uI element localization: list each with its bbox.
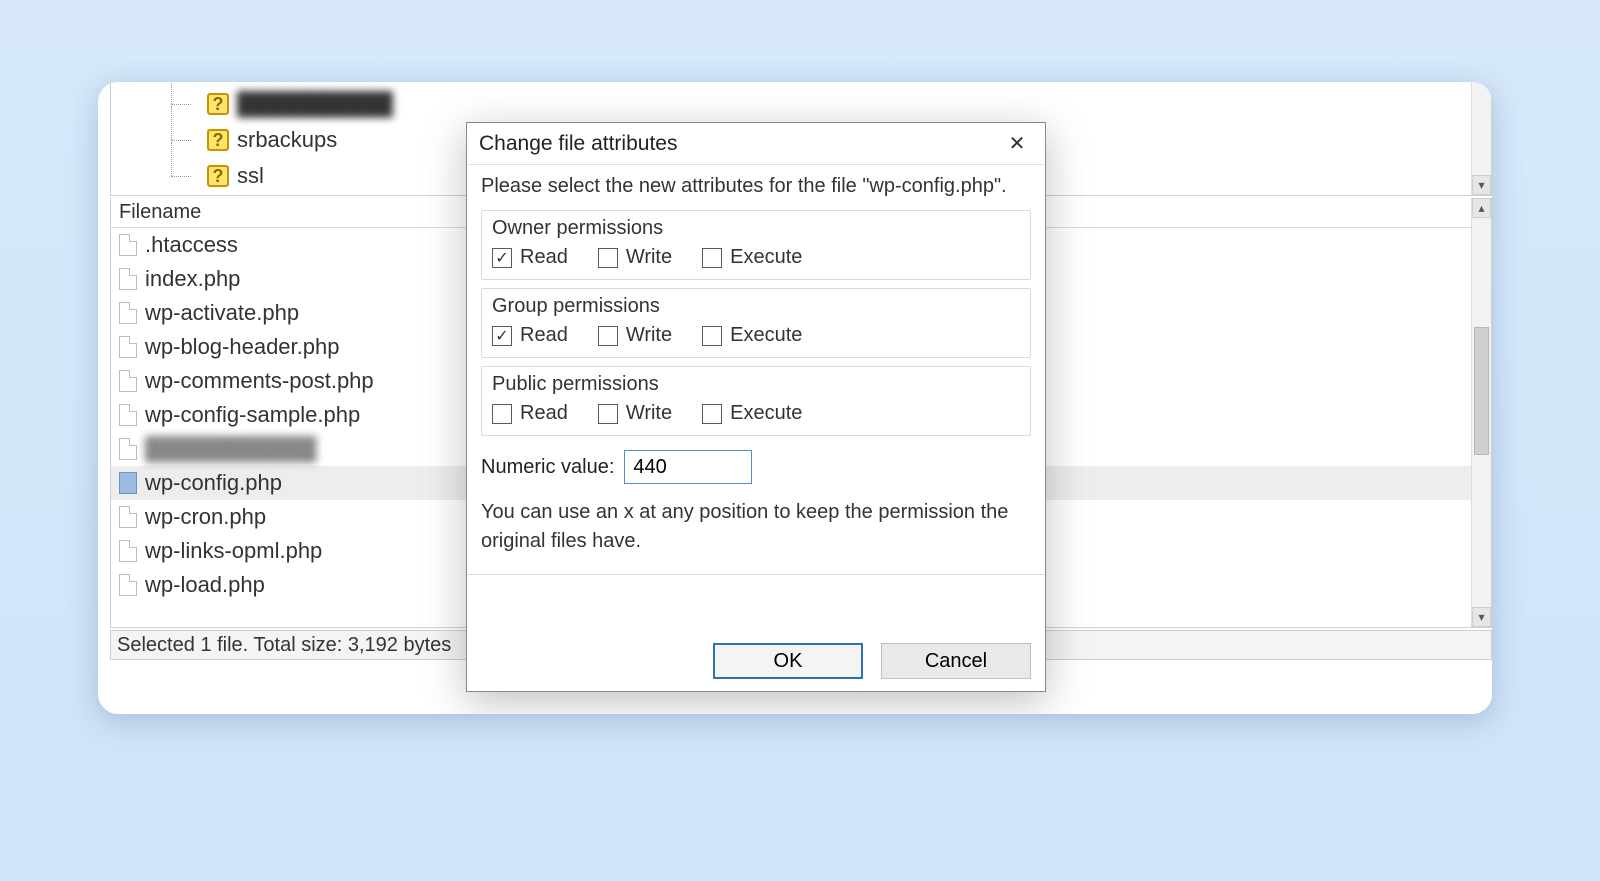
tree-item[interactable]: ? ██████████ [161, 90, 393, 118]
write-checkbox[interactable]: Write [598, 246, 672, 269]
close-icon[interactable]: ✕ [1001, 128, 1033, 160]
file-name: wp-activate.php [145, 300, 299, 326]
numeric-value-input[interactable] [624, 450, 752, 484]
dialog-hint: You can use an x at any position to keep… [481, 498, 1031, 556]
file-icon [119, 404, 137, 426]
group-title-group: Group permissions [482, 289, 1030, 324]
file-name: wp-links-opml.php [145, 538, 322, 564]
tree-branch-icon [161, 90, 199, 118]
checkbox-label: Execute [730, 402, 802, 425]
tree-item-label: ██████████ [237, 91, 393, 117]
read-checkbox[interactable]: Read [492, 402, 568, 425]
file-icon [119, 370, 137, 392]
checkbox-label: Write [626, 246, 672, 269]
scroll-up-button[interactable]: ▴ [1472, 198, 1491, 218]
column-header-filename[interactable]: Filename [119, 201, 201, 224]
file-icon [119, 506, 137, 528]
file-icon [119, 574, 137, 596]
dialog-body: Please select the new attributes for the… [467, 165, 1045, 631]
read-checkbox[interactable]: ✓ Read [492, 246, 568, 269]
group-title-owner: Owner permissions [482, 211, 1030, 246]
numeric-value-row: Numeric value: [481, 450, 1031, 484]
cancel-button[interactable]: Cancel [881, 643, 1031, 679]
unknown-folder-icon: ? [207, 129, 229, 151]
file-name: .htaccess [145, 232, 238, 258]
change-attributes-dialog: Change file attributes ✕ Please select t… [466, 122, 1046, 692]
file-list-scrollbar[interactable]: ▴ ▾ [1471, 198, 1491, 627]
group-title-public: Public permissions [482, 367, 1030, 402]
numeric-value-label: Numeric value: [481, 456, 614, 479]
ok-button[interactable]: OK [713, 643, 863, 679]
checkbox-label: Execute [730, 324, 802, 347]
write-checkbox[interactable]: Write [598, 324, 672, 347]
write-checkbox[interactable]: Write [598, 402, 672, 425]
file-icon [119, 268, 137, 290]
file-icon [119, 234, 137, 256]
tree-branch-icon [161, 162, 199, 190]
file-name: wp-blog-header.php [145, 334, 339, 360]
owner-permissions-group: Owner permissions ✓ Read Write Execute [481, 210, 1031, 280]
checkbox-label: Execute [730, 246, 802, 269]
scroll-down-button[interactable]: ▾ [1472, 607, 1491, 627]
dialog-title-text: Change file attributes [479, 132, 677, 156]
file-name: ███████████ [145, 436, 316, 462]
dialog-titlebar[interactable]: Change file attributes ✕ [467, 123, 1045, 165]
tree-item-label: srbackups [237, 127, 337, 153]
app-window: ? ██████████? srbackups? ssl ▾ Filename .ht… [98, 82, 1492, 714]
tree-scrollbar[interactable]: ▾ [1471, 82, 1491, 195]
file-icon [119, 472, 137, 494]
tree-item[interactable]: ? ssl [161, 162, 264, 190]
checkbox-label: Write [626, 402, 672, 425]
app-content: ? ██████████? srbackups? ssl ▾ Filename .ht… [110, 82, 1492, 714]
checkbox-icon: ✓ [492, 248, 512, 268]
file-name: wp-config-sample.php [145, 402, 360, 428]
unknown-folder-icon: ? [207, 165, 229, 187]
file-name: wp-cron.php [145, 504, 266, 530]
status-text: Selected 1 file. Total size: 3,192 bytes [117, 634, 451, 657]
execute-checkbox[interactable]: Execute [702, 324, 802, 347]
group-permissions-group: Group permissions ✓ Read Write Execute [481, 288, 1031, 358]
checkbox-icon: ✓ [492, 326, 512, 346]
file-icon [119, 336, 137, 358]
checkbox-icon [492, 404, 512, 424]
checkbox-icon [702, 326, 722, 346]
checkbox-icon [598, 248, 618, 268]
checkbox-icon [702, 248, 722, 268]
read-checkbox[interactable]: ✓ Read [492, 324, 568, 347]
file-name: index.php [145, 266, 240, 292]
checkbox-label: Read [520, 402, 568, 425]
unknown-folder-icon: ? [207, 93, 229, 115]
scroll-down-button[interactable]: ▾ [1472, 175, 1491, 195]
checkbox-icon [598, 326, 618, 346]
public-permissions-group: Public permissions Read Write Execute [481, 366, 1031, 436]
dialog-footer: OK Cancel [467, 631, 1045, 691]
tree-branch-icon [161, 126, 199, 154]
file-icon [119, 438, 137, 460]
file-name: wp-comments-post.php [145, 368, 374, 394]
dialog-instruction: Please select the new attributes for the… [481, 175, 1031, 198]
dialog-separator [467, 574, 1045, 575]
checkbox-icon [702, 404, 722, 424]
file-icon [119, 540, 137, 562]
tree-item-label: ssl [237, 163, 264, 189]
file-name: wp-config.php [145, 470, 282, 496]
scrollbar-thumb[interactable] [1474, 327, 1489, 456]
execute-checkbox[interactable]: Execute [702, 246, 802, 269]
file-icon [119, 302, 137, 324]
checkbox-icon [598, 404, 618, 424]
checkbox-label: Write [626, 324, 672, 347]
checkbox-label: Read [520, 246, 568, 269]
checkbox-label: Read [520, 324, 568, 347]
tree-item[interactable]: ? srbackups [161, 126, 337, 154]
file-name: wp-load.php [145, 572, 265, 598]
execute-checkbox[interactable]: Execute [702, 402, 802, 425]
